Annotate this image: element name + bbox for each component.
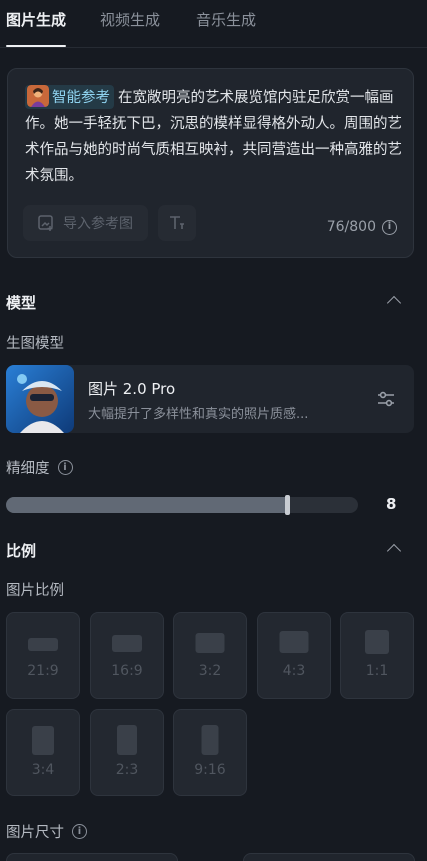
ratio-option-21-9[interactable]: 21:9 bbox=[6, 612, 80, 699]
import-reference-button[interactable]: 导入参考图 bbox=[23, 205, 148, 241]
model-section-title: 模型 bbox=[6, 294, 37, 312]
ratio-option-4-3[interactable]: 4:3 bbox=[257, 612, 331, 699]
ratio-label: 2:3 bbox=[115, 762, 139, 778]
char-count-text: 76/800 bbox=[326, 219, 376, 235]
sliders-settings-icon[interactable] bbox=[374, 387, 398, 411]
detail-slider-fill bbox=[6, 497, 288, 513]
image-size-label: 图片尺寸 i bbox=[6, 821, 87, 842]
image-size-text: 图片尺寸 bbox=[6, 825, 64, 841]
ratio-label: 3:2 bbox=[198, 663, 222, 679]
collapse-ratio-chevron-up-icon[interactable] bbox=[386, 543, 402, 559]
prompt-input[interactable]: 智能参考 在宽敞明亮的艺术展览馆内驻足欣赏一幅画作。她一手轻抚下巴，沉思的模样显得… bbox=[25, 85, 403, 189]
detail-info-icon[interactable]: i bbox=[57, 460, 73, 475]
size-info-icon[interactable]: i bbox=[72, 824, 87, 839]
ratio-2-3-icon bbox=[117, 725, 137, 755]
tab-music-generation[interactable]: 音乐生成 bbox=[196, 10, 256, 36]
ratio-label: 4:3 bbox=[282, 663, 306, 679]
ratio-1-1-icon bbox=[365, 630, 389, 654]
import-reference-label: 导入参考图 bbox=[63, 216, 133, 232]
detail-label: 精细度 i bbox=[6, 457, 73, 478]
detail-text: 精细度 bbox=[6, 461, 50, 477]
prompt-card: 智能参考 在宽敞明亮的艺术展览馆内驻足欣赏一幅画作。她一手轻抚下巴，沉思的模样显得… bbox=[7, 68, 414, 258]
ratio-option-2-3[interactable]: 2:3 bbox=[90, 709, 164, 796]
size-height-field[interactable] bbox=[243, 853, 415, 861]
model-thumbnail bbox=[6, 365, 74, 433]
size-width-field[interactable] bbox=[6, 853, 178, 861]
text-format-button[interactable] bbox=[158, 205, 196, 241]
ratio-option-9-16[interactable]: 9:16 bbox=[173, 709, 247, 796]
ratio-3-4-icon bbox=[32, 726, 54, 755]
text-format-icon bbox=[170, 216, 184, 229]
ratio-label: 9:16 bbox=[194, 762, 226, 778]
tab-bar: 图片生成 视频生成 音乐生成 bbox=[0, 0, 427, 48]
model-description: 大幅提升了多样性和真实的照片质感... bbox=[88, 407, 309, 422]
generation-model-text: 生图模型 bbox=[6, 336, 64, 352]
ratio-option-3-4[interactable]: 3:4 bbox=[6, 709, 80, 796]
model-name: 图片 2.0 Pro bbox=[88, 380, 176, 398]
image-ratio-text: 图片比例 bbox=[6, 583, 64, 599]
collapse-model-chevron-up-icon[interactable] bbox=[386, 295, 402, 311]
smart-reference-label: 智能参考 bbox=[52, 90, 110, 106]
detail-slider[interactable] bbox=[6, 495, 358, 515]
detail-slider-handle[interactable] bbox=[285, 495, 290, 515]
ratio-3-2-icon bbox=[195, 633, 225, 653]
image-ratio-label: 图片比例 bbox=[6, 579, 64, 600]
ratio-21-9-icon bbox=[28, 638, 58, 651]
ratio-option-1-1[interactable]: 1:1 bbox=[340, 612, 414, 699]
ratio-option-3-2[interactable]: 3:2 bbox=[173, 612, 247, 699]
ratio-section-title: 比例 bbox=[6, 542, 37, 560]
ratio-label: 16:9 bbox=[111, 663, 143, 679]
ratio-4-3-icon bbox=[279, 631, 309, 653]
tab-image-generation[interactable]: 图片生成 bbox=[6, 10, 67, 47]
generation-model-label: 生图模型 bbox=[6, 332, 64, 353]
image-import-icon bbox=[38, 215, 53, 231]
ratio-16-9-icon bbox=[112, 635, 142, 652]
model-selector-card[interactable]: 图片 2.0 Pro 大幅提升了多样性和真实的照片质感... bbox=[6, 365, 414, 433]
ratio-label: 3:4 bbox=[31, 762, 55, 778]
reference-thumbnail-icon bbox=[27, 85, 49, 107]
detail-value: 8 bbox=[386, 495, 397, 513]
info-icon[interactable]: i bbox=[382, 219, 397, 235]
ratio-option-16-9[interactable]: 16:9 bbox=[90, 612, 164, 699]
ratio-label: 21:9 bbox=[27, 663, 59, 679]
smart-reference-chip[interactable]: 智能参考 bbox=[25, 85, 114, 109]
tab-video-generation[interactable]: 视频生成 bbox=[100, 10, 160, 36]
model-avatar-icon bbox=[6, 365, 74, 433]
ratio-label: 1:1 bbox=[365, 663, 389, 679]
ratio-9-16-icon bbox=[201, 725, 219, 755]
char-count: 76/800 i bbox=[327, 219, 397, 235]
